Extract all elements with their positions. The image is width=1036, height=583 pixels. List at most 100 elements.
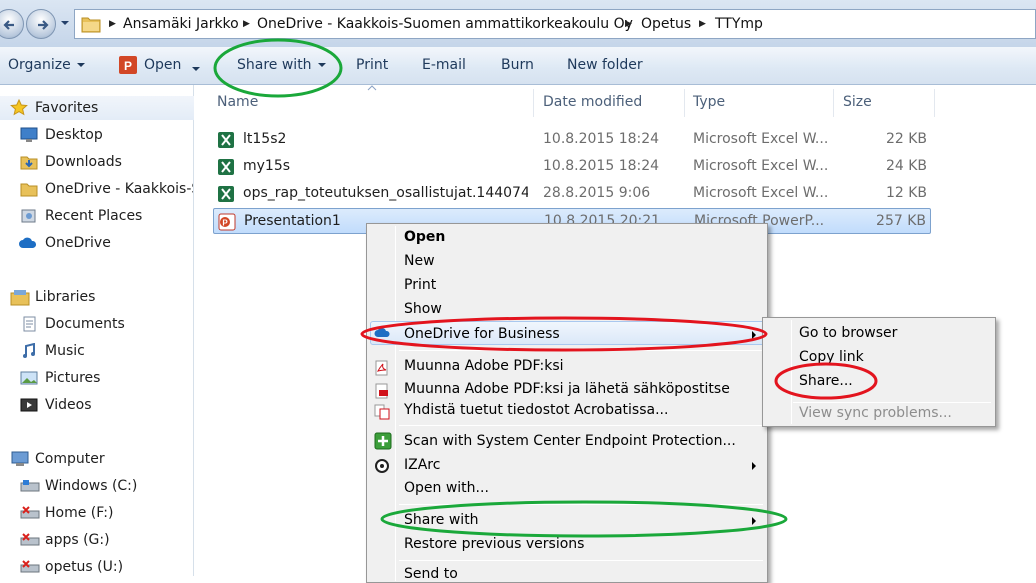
forward-button[interactable] [26,9,56,39]
new-folder-button[interactable]: New folder [567,57,643,73]
nav-item-documents[interactable]: Documents [45,316,125,332]
email-button[interactable]: E-mail [422,57,466,73]
share-with-button[interactable]: Share with [237,57,326,73]
nav-item-home-f[interactable]: Home (F:) [45,505,113,521]
powerpoint-icon: P [119,56,137,74]
libraries-header[interactable]: Libraries [35,289,95,305]
breadcrumb[interactable]: ▶ Ansamäki Jarkko ▶ OneDrive - Kaakkois-… [74,9,1036,39]
nav-item-onedrive-kaakkois[interactable]: OneDrive - Kaakkois-S [45,181,193,197]
chevron-down-icon [76,63,85,67]
submenu-item-share[interactable]: Share... [799,373,853,389]
breadcrumb-separator[interactable]: ▶ [109,19,116,29]
desktop-icon [20,127,38,142]
recent-places-icon [21,209,36,223]
menu-item-adobe-pdf[interactable]: Muunna Adobe PDF:ksi [404,358,564,374]
sort-ascending-icon [367,85,377,91]
nav-item-desktop[interactable]: Desktop [45,127,103,143]
documents-icon [23,316,36,332]
menu-item-send-to[interactable]: Send to [404,566,458,582]
onedrive-cloud-icon [374,328,390,337]
menu-item-new[interactable]: New [404,253,435,269]
nav-item-apps-g[interactable]: apps (G:) [45,532,110,548]
menu-separator [399,560,763,561]
back-arrow-icon [3,20,14,30]
column-divider[interactable] [833,89,834,117]
menu-item-scan[interactable]: Scan with System Center Endpoint Protect… [404,433,736,449]
back-button[interactable] [0,9,24,39]
column-divider[interactable] [684,89,685,117]
menu-item-adobe-pdf-email[interactable]: Muunna Adobe PDF:ksi ja lähetä sähköpost… [404,381,730,397]
submenu-arrow-icon [752,462,756,470]
file-size: 257 KB [876,213,926,229]
menu-separator [399,504,763,505]
nav-item-videos[interactable]: Videos [45,397,92,413]
nav-item-windows-c[interactable]: Windows (C:) [45,478,137,494]
column-header-name[interactable]: Name [217,94,258,110]
folder-icon [81,17,101,33]
table-row[interactable]: my15s 10.8.2015 18:24 Microsoft Excel W.… [213,154,931,180]
open-label: Open [144,57,182,73]
nav-item-downloads[interactable]: Downloads [45,154,122,170]
excel-icon [218,132,234,148]
breadcrumb-separator[interactable]: ▶ [625,19,632,29]
navigation-pane: Favorites Desktop Downloads OneDrive - K… [0,85,194,576]
table-row[interactable]: ops_rap_toteutuksen_osallistujat.1440741… [213,181,931,207]
breadcrumb-separator[interactable]: ▶ [243,19,250,29]
open-button[interactable]: Open [144,57,181,73]
videos-icon [20,398,38,412]
file-size: 22 KB [885,131,927,147]
star-icon [10,99,28,116]
address-bar: ▶ Ansamäki Jarkko ▶ OneDrive - Kaakkois-… [0,0,1036,47]
menu-item-share-with[interactable]: Share with [404,512,479,528]
computer-header[interactable]: Computer [35,451,105,467]
column-divider[interactable] [934,89,935,117]
file-type: Microsoft Excel W... [693,131,828,147]
favorites-header[interactable]: Favorites [35,100,98,116]
svg-text:P: P [124,59,132,73]
music-icon [23,343,35,358]
nav-item-onedrive[interactable]: OneDrive [45,235,111,251]
breadcrumb-separator[interactable]: ▶ [699,19,706,29]
menu-item-open-with[interactable]: Open with... [404,480,489,496]
submenu-item-view-sync-problems: View sync problems... [799,405,952,421]
breadcrumb-item-ttymp[interactable]: TTYmp [715,16,763,32]
menu-item-print[interactable]: Print [404,277,436,293]
menu-item-acrobat-combine[interactable]: Yhdistä tuetut tiedostot Acrobatissa... [404,402,668,418]
menu-item-open[interactable]: Open [404,229,445,245]
menu-gutter [791,320,792,424]
menu-item-izarc[interactable]: IZArc [404,457,440,473]
disconnected-network-drive-icon [20,560,40,573]
menu-gutter [395,226,396,581]
column-header-size[interactable]: Size [843,94,872,110]
nav-item-opetus-u[interactable]: opetus (U:) [45,559,123,575]
submenu-item-copy-link[interactable]: Copy link [799,349,864,365]
nav-item-recent-places[interactable]: Recent Places [45,208,142,224]
recent-pages-chevron-icon[interactable] [60,19,70,27]
chevron-down-icon [317,63,326,67]
adobe-pdf-email-icon [375,383,388,399]
menu-item-onedrive-business[interactable]: OneDrive for Business [404,326,560,342]
menu-item-show[interactable]: Show [404,301,442,317]
menu-separator [399,350,763,351]
open-dropdown-chevron-icon[interactable] [192,67,200,71]
file-size: 12 KB [885,185,927,201]
svg-text:P: P [222,219,228,228]
submenu-item-go-to-browser[interactable]: Go to browser [799,325,897,341]
file-date: 28.8.2015 9:06 [543,185,651,201]
organize-button[interactable]: Organize [8,57,85,73]
breadcrumb-item-onedrive[interactable]: OneDrive - Kaakkois-Suomen ammattikorkea… [257,16,633,32]
disconnected-network-drive-icon [20,506,40,519]
burn-button[interactable]: Burn [501,57,534,73]
acrobat-combine-icon [374,404,390,420]
breadcrumb-item-user[interactable]: Ansamäki Jarkko [123,16,239,32]
column-divider[interactable] [533,89,534,117]
menu-item-restore-versions[interactable]: Restore previous versions [404,536,584,552]
table-row[interactable]: lt15s2 10.8.2015 18:24 Microsoft Excel W… [213,127,931,153]
file-date: 10.8.2015 18:24 [543,158,660,174]
column-header-date[interactable]: Date modified [543,94,642,110]
column-header-type[interactable]: Type [693,94,725,110]
nav-item-pictures[interactable]: Pictures [45,370,100,386]
nav-item-music[interactable]: Music [45,343,85,359]
breadcrumb-item-opetus[interactable]: Opetus [641,16,691,32]
print-button[interactable]: Print [356,57,388,73]
